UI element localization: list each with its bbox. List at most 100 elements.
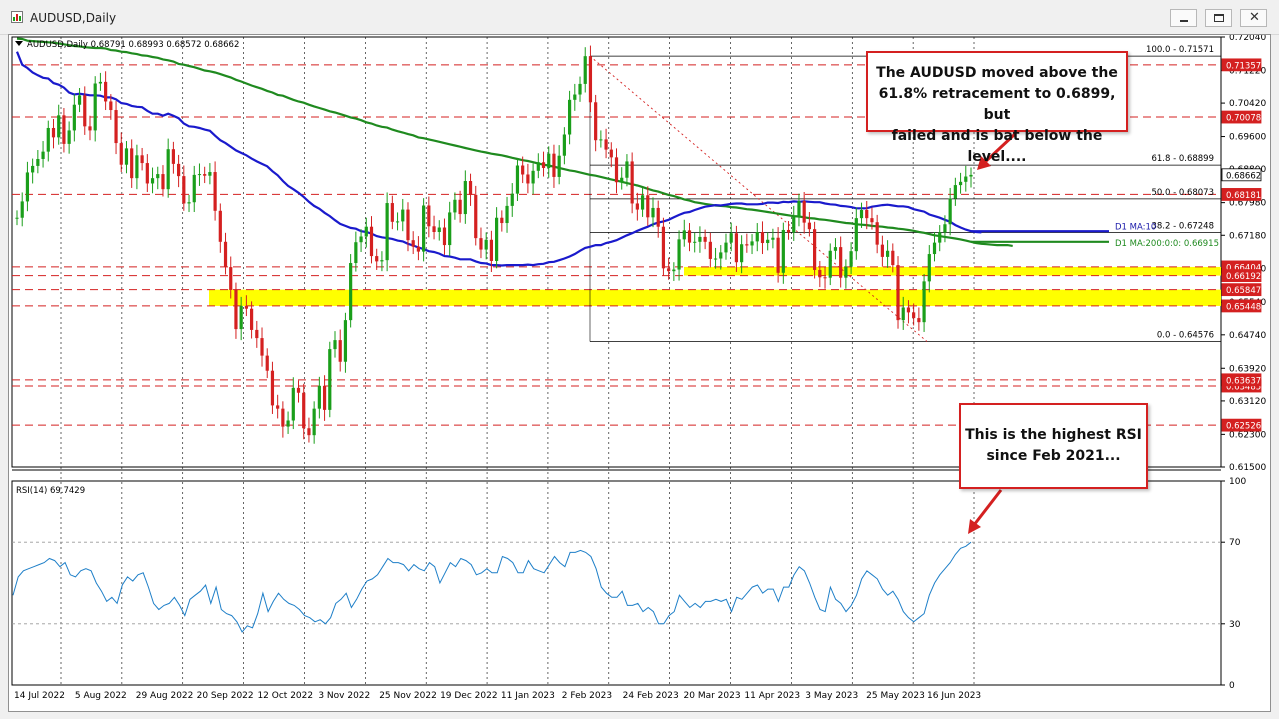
date-axis-label: 3 Nov 2022 (318, 691, 370, 701)
candle-body (583, 56, 587, 84)
annotation-retracement: The AUDUSD moved above the 61.8% retrace… (866, 51, 1128, 165)
price-axis-label: 0.61500 (1229, 463, 1266, 473)
candle-body (515, 165, 520, 194)
fib-level-label: 61.8 - 0.68899 (1151, 154, 1214, 164)
candle-body (630, 161, 634, 204)
candle-body (625, 161, 629, 178)
candle-body (703, 236, 707, 242)
candle-body (182, 176, 186, 204)
date-axis-label: 11 Jan 2023 (501, 691, 555, 701)
candle-body (109, 101, 113, 111)
candle-body (552, 153, 556, 177)
candle-body (307, 428, 311, 436)
candle-body (912, 312, 916, 319)
chart-window[interactable]: 14 Jul 2022 5 Aug 2022 29 Aug 2022 20 Sep 2… (8, 34, 1271, 712)
candle-body (719, 252, 723, 259)
candle-body (422, 205, 426, 252)
candle-body (672, 269, 676, 272)
symbol-info: AUDUSD,Daily 0.68791 0.68993 0.68572 0.6… (27, 40, 239, 50)
candle-body (917, 318, 921, 323)
price-level-tag-label: 0.65448 (1226, 302, 1261, 312)
candle-body (844, 266, 848, 278)
candle-body (807, 222, 811, 230)
candle-body (849, 251, 853, 267)
window-titlebar: AUDUSD,Daily ✕ (0, 0, 1279, 35)
candle-body (354, 242, 358, 264)
fib-level-label: 50.0 - 0.68073 (1151, 188, 1214, 198)
candle-body (635, 203, 639, 210)
date-axis-label: 5 Aug 2022 (75, 691, 127, 701)
candle-body (88, 126, 92, 131)
candle-body (291, 387, 295, 421)
candle-body (734, 233, 739, 263)
candle-body (46, 127, 50, 152)
candle-body (197, 174, 202, 176)
candle-body (797, 201, 801, 217)
date-axis-label: 25 Nov 2022 (379, 691, 437, 701)
candle-body (828, 250, 832, 278)
candle-body (41, 151, 45, 159)
candle-body (437, 227, 441, 233)
candle-body (536, 162, 540, 171)
candle-body (813, 229, 817, 270)
date-axis-label: 2 Feb 2023 (562, 691, 612, 701)
date-axis-label: 16 Jun 2023 (927, 691, 981, 701)
candle-body (77, 95, 82, 105)
support-zone (684, 266, 1221, 276)
candle-body (135, 155, 139, 179)
price-axis-label: 0.72040 (1229, 35, 1266, 43)
candle-body (375, 256, 379, 262)
candle-body (474, 194, 478, 239)
candle-body (369, 226, 374, 257)
candle-body (880, 244, 884, 257)
candle-body (281, 408, 285, 427)
candle-body (177, 163, 181, 177)
candle-body (442, 227, 447, 246)
candle-body (885, 250, 890, 257)
candle-body (682, 230, 686, 240)
candle-body (390, 203, 394, 222)
candle-body (338, 340, 342, 362)
candle-body (203, 174, 207, 176)
price-axis-label: 0.64740 (1229, 331, 1266, 341)
candle-body (901, 307, 905, 321)
candle-body (833, 247, 838, 251)
candle-body (343, 320, 348, 362)
candle-body (479, 238, 483, 250)
candle-body (380, 260, 384, 262)
candle-body (416, 246, 421, 252)
candle-body (15, 217, 19, 219)
candle-body (646, 195, 650, 218)
candle-body (698, 236, 702, 242)
date-axis-label: 11 Apr 2023 (744, 691, 800, 701)
candle-body (510, 193, 514, 206)
maximize-button[interactable] (1205, 9, 1232, 27)
date-axis-label: 19 Dec 2022 (440, 691, 498, 701)
candle-body (594, 102, 598, 141)
candle-body (896, 265, 900, 321)
candle-body (322, 385, 327, 410)
candle-body (349, 263, 353, 321)
candle-body (870, 218, 874, 223)
close-button[interactable]: ✕ (1240, 9, 1267, 27)
candle-body (468, 181, 473, 195)
candle-body (823, 277, 827, 279)
candle-body (140, 155, 144, 164)
candle-body (693, 241, 697, 243)
candle-body (755, 232, 759, 242)
price-level-tag-label: 0.63637 (1226, 376, 1261, 386)
rsi-axis-label: 30 (1229, 620, 1241, 630)
candle-body (562, 134, 566, 156)
candle-body (875, 222, 879, 245)
price-axis-label: 0.70420 (1229, 99, 1266, 109)
candle-body (223, 241, 228, 268)
candle-body (156, 174, 160, 179)
candle-body (745, 244, 749, 246)
candle-body (599, 139, 603, 141)
candle-body (932, 242, 937, 255)
close-icon: ✕ (1249, 10, 1260, 25)
minimize-button[interactable] (1170, 9, 1197, 27)
candle-body (818, 269, 822, 278)
price-axis-label: 0.69600 (1229, 133, 1266, 143)
candle-body (25, 172, 30, 202)
